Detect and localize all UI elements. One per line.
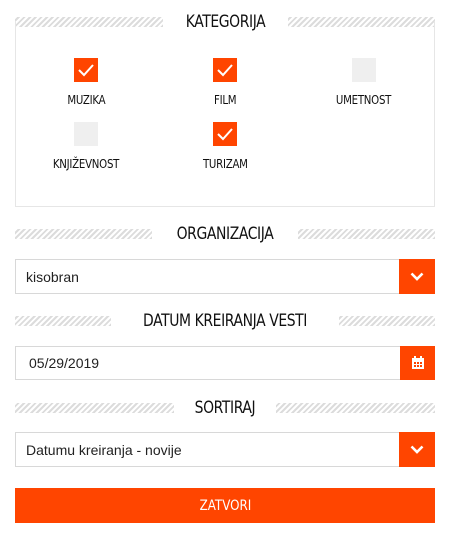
date-header: DATUM KREIRANJA VESTI [15,311,435,331]
category-item-umetnost[interactable]: UMETNOST [304,58,424,108]
header-stripe-left [15,316,111,326]
checkbox[interactable] [213,122,237,146]
calendar-icon [411,356,424,369]
header-stripe-right [275,403,436,413]
category-item-film[interactable]: FILM [165,58,285,108]
checkmark-icon [217,64,233,77]
checkmark-icon [78,64,94,77]
close-button-label: ZATVORI [199,497,251,514]
header-stripe-right [297,229,435,239]
chevron-down-icon [410,272,424,281]
chevron-down-icon [410,445,424,454]
checkmark-icon [217,128,233,141]
category-panel: MUZIKA FILM UMETNOST KNJIŽEVNOST TURIZAM [15,21,435,207]
sort-value: Datumu kreiranja - novije [26,442,182,458]
category-item-muzika[interactable]: MUZIKA [26,58,146,108]
sort-select[interactable]: Datumu kreiranja - novije [15,432,435,467]
organization-dropdown-button[interactable] [399,259,435,294]
sort-dropdown-button[interactable] [399,432,435,467]
organization-title: ORGANIZACIJA [176,224,274,244]
category-item-turizam[interactable]: TURIZAM [165,122,285,172]
sort-title: SORTIRAJ [194,398,256,418]
category-label: KNJIŽEVNOST [52,157,120,171]
header-stripe-left [15,229,153,239]
sort-header: SORTIRAJ [15,398,436,418]
checkbox[interactable] [213,58,237,82]
date-input[interactable]: 05/29/2019 [15,346,435,380]
close-button[interactable]: ZATVORI [15,488,435,523]
header-stripe-right [339,316,435,326]
date-title: DATUM KREIRANJA VESTI [143,311,307,331]
calendar-button[interactable] [400,346,435,380]
date-value: 05/29/2019 [29,355,100,371]
checkbox[interactable] [74,122,98,146]
category-label: TURIZAM [202,157,248,171]
category-item-knjizevnost[interactable]: KNJIŽEVNOST [26,122,146,172]
category-label: MUZIKA [66,93,106,107]
organization-value: kisobran [26,269,79,285]
category-label: FILM [213,93,237,107]
category-label: UMETNOST [336,93,392,107]
checkbox[interactable] [74,58,98,82]
organization-select[interactable]: kisobran [15,259,435,294]
header-stripe-left [15,403,175,413]
checkbox[interactable] [352,58,376,82]
organization-header: ORGANIZACIJA [15,224,435,244]
